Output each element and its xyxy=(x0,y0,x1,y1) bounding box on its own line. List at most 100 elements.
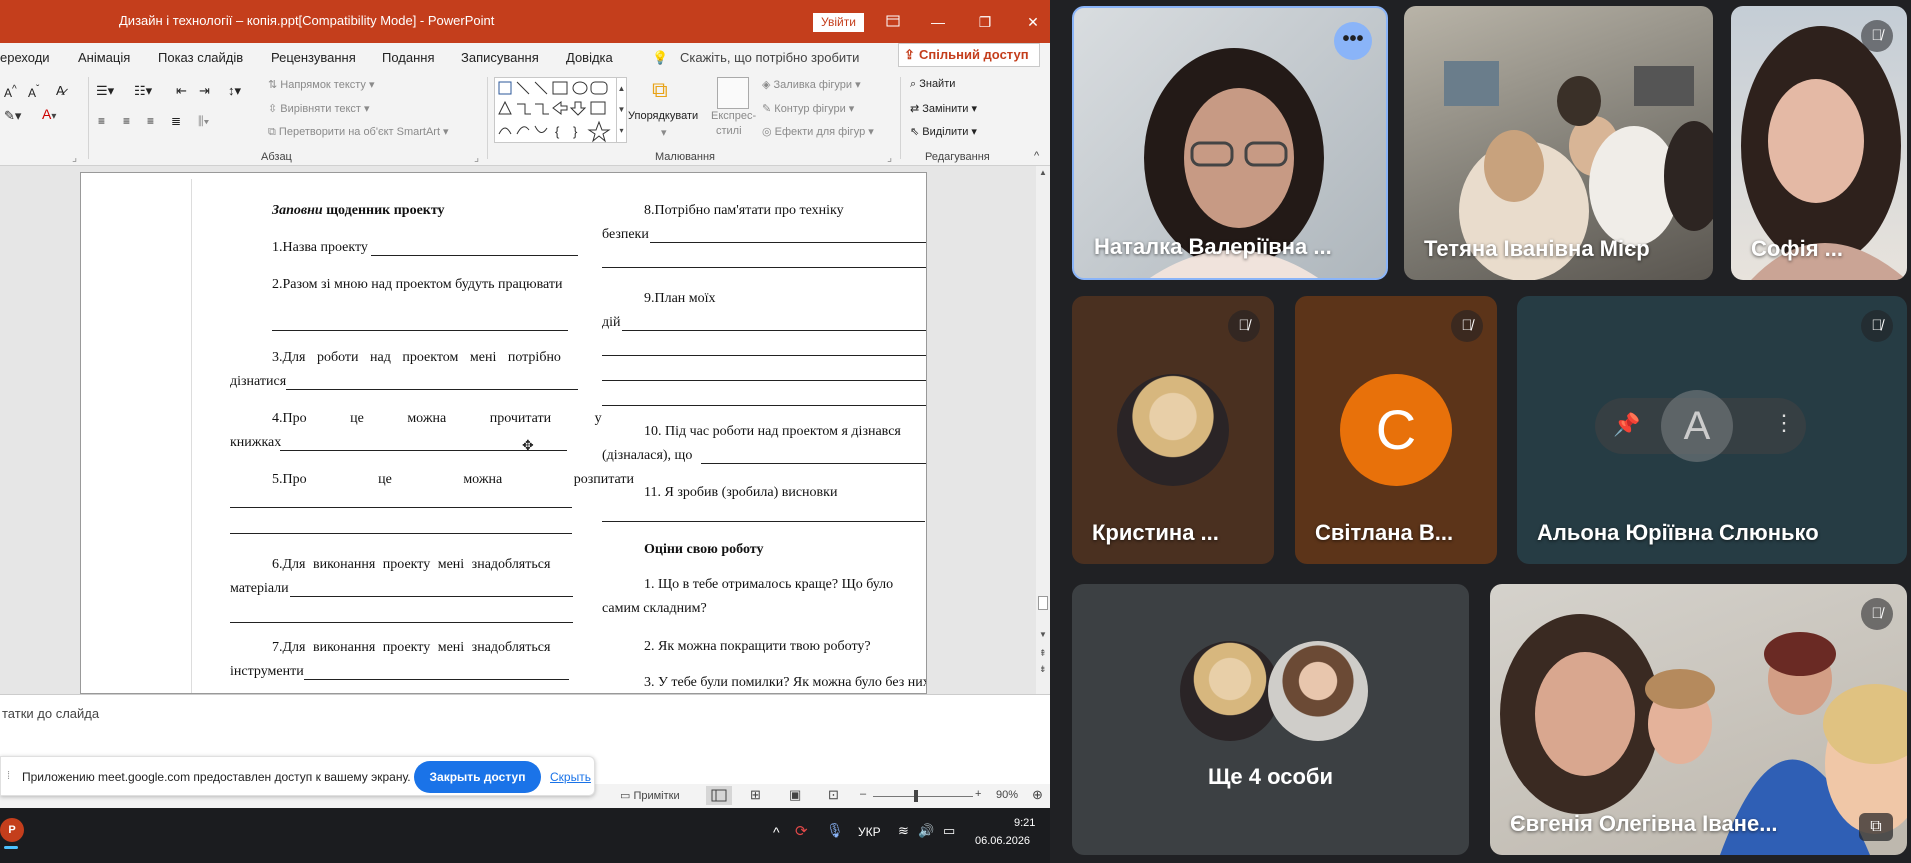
justify-icon[interactable]: ≣ xyxy=(171,114,181,128)
participant-tile[interactable]: С 🎙̸ Світлана В... xyxy=(1295,296,1497,564)
picture-in-picture-icon[interactable]: ⧉ xyxy=(1859,813,1893,841)
maximize-button[interactable]: ❐ xyxy=(974,11,996,33)
participant-tile[interactable]: ••• Наталка Валеріївна ... xyxy=(1072,6,1388,280)
indent-decrease-icon[interactable]: ⇤ xyxy=(176,83,187,99)
slide-sorter-icon[interactable]: ⊞ xyxy=(750,787,761,803)
slideshow-icon[interactable]: ⊡ xyxy=(828,787,839,803)
zoom-out-button[interactable]: – xyxy=(860,788,866,800)
bullets-icon[interactable]: ☰▾ xyxy=(96,83,114,99)
tab-transitions[interactable]: ереходи xyxy=(0,50,50,65)
pin-icon[interactable]: 📌 xyxy=(1613,412,1640,438)
normal-view-icon[interactable] xyxy=(706,786,732,805)
tab-animation[interactable]: Анімація xyxy=(78,50,130,65)
captions-icon[interactable]: A xyxy=(1661,390,1733,462)
arrange-icon[interactable]: ⧉ xyxy=(652,77,668,103)
volume-icon[interactable]: 🔊 xyxy=(918,823,934,839)
font-shrink-icon[interactable]: Aˇ xyxy=(28,84,39,100)
more-participants-tile[interactable]: Ще 4 особи xyxy=(1072,584,1469,855)
ribbon-display-icon[interactable] xyxy=(882,11,904,33)
tray-overflow-icon[interactable]: ^ xyxy=(773,824,780,840)
powerpoint-taskbar-icon[interactable]: P xyxy=(0,818,24,842)
tab-review[interactable]: Рецензування xyxy=(271,50,356,65)
scroll-thumb[interactable] xyxy=(1038,596,1048,610)
stop-sharing-button[interactable]: Закрыть доступ xyxy=(414,761,541,793)
more-participants-label: Ще 4 особи xyxy=(1207,764,1334,789)
participant-tile[interactable]: 🎙̸ Євгенія Олегівна Іване... ⧉ xyxy=(1490,584,1907,855)
zoom-in-button[interactable]: + xyxy=(975,788,981,800)
zoom-slider[interactable] xyxy=(873,796,973,797)
arrange-dropdown-icon[interactable]: ▾ xyxy=(661,126,667,139)
paragraph-dialog-launcher-icon[interactable]: ⌟ xyxy=(474,151,479,164)
tab-view[interactable]: Подання xyxy=(382,50,435,65)
highlight-icon[interactable]: ✎▾ xyxy=(4,108,21,124)
reading-view-icon[interactable]: ▣ xyxy=(789,787,801,803)
share-button[interactable]: ⇪ Спільний доступ xyxy=(898,43,1040,67)
scroll-up-icon[interactable]: ▲ xyxy=(1039,168,1047,177)
clock-time[interactable]: 9:21 xyxy=(1014,817,1035,829)
muted-mic-icon: 🎙̸ xyxy=(1861,598,1893,630)
gallery-scroll[interactable]: ▲ ▼ ▾ xyxy=(616,77,627,143)
tab-slideshow[interactable]: Показ слайдів xyxy=(158,50,243,65)
minimize-button[interactable]: — xyxy=(927,11,949,33)
sign-in-button[interactable]: Увійти xyxy=(813,13,864,32)
participant-tile[interactable]: 📌 A ⋮ 🎙̸ Альона Юріївна Слюнько xyxy=(1517,296,1907,564)
smartart-button[interactable]: ⧉ Перетворити на об'єкт SmartArt ▾ xyxy=(268,125,449,139)
shape-fill-button[interactable]: ◈ Заливка фігури ▾ xyxy=(762,78,861,91)
quick-styles-icon[interactable] xyxy=(717,77,749,109)
drawing-dialog-launcher-icon[interactable]: ⌟ xyxy=(887,151,892,164)
scroll-down-icon[interactable]: ▼ xyxy=(1039,630,1047,639)
tell-me-box[interactable]: Скажіть, що потрібно зробити xyxy=(680,50,859,65)
slide-text-line: дізнатися xyxy=(230,374,287,389)
align-center-icon[interactable]: ≡ xyxy=(123,114,130,128)
find-button[interactable]: ⌕ Знайти xyxy=(910,78,955,91)
align-text-button[interactable]: ⇳ Вирівняти текст ▾ xyxy=(268,102,370,115)
text-direction-button[interactable]: ⇅ Напрямок тексту ▾ xyxy=(268,78,375,91)
collapse-ribbon-icon[interactable]: ^ xyxy=(1034,150,1039,162)
vertical-scrollbar[interactable]: ▲ ▼ ⇞ ⇟ xyxy=(1036,166,1050,694)
select-button[interactable]: ⇖ Виділити ▾ xyxy=(910,125,977,138)
replace-button[interactable]: ⇄ Замінити ▾ xyxy=(910,102,977,115)
fit-slide-icon[interactable]: ⊕ xyxy=(1032,787,1043,803)
font-grow-icon[interactable]: A^ xyxy=(4,84,17,100)
zoom-slider-thumb[interactable] xyxy=(914,790,918,802)
drag-handle-icon[interactable]: ⁞ xyxy=(7,770,10,782)
shape-outline-button[interactable]: ✎ Контур фігури ▾ xyxy=(762,102,854,115)
numbering-icon[interactable]: ☷▾ xyxy=(134,83,152,99)
sync-icon[interactable]: ⟳ xyxy=(795,822,808,840)
next-slide-icon[interactable]: ⇟ xyxy=(1039,664,1047,675)
hide-link[interactable]: Скрыть xyxy=(550,770,591,784)
notes-pane[interactable]: татки до слайда xyxy=(0,694,1050,764)
slide-canvas[interactable]: Заповни щоденник проекту 1.Назва проекту… xyxy=(80,172,927,694)
zoom-level[interactable]: 90% xyxy=(996,789,1018,801)
close-button[interactable]: ✕ xyxy=(1022,11,1044,33)
participant-tile[interactable]: 🎙̸ Кристина ... xyxy=(1072,296,1274,564)
quick-styles-label-2[interactable]: стилі xyxy=(716,125,742,137)
language-indicator[interactable]: УКР xyxy=(858,825,881,839)
tab-help[interactable]: Довідка xyxy=(566,50,613,65)
battery-icon[interactable]: ▭ xyxy=(943,823,955,839)
align-left-icon[interactable]: ≡ xyxy=(98,114,105,128)
participant-tile[interactable]: 🎙̸ Софія ... xyxy=(1731,6,1907,280)
line-spacing-icon[interactable]: ↕▾ xyxy=(228,83,241,99)
font-color-icon[interactable]: A▾ xyxy=(42,106,56,122)
columns-icon[interactable]: ⫼▾ xyxy=(198,114,209,129)
wifi-icon[interactable]: ≋ xyxy=(898,823,909,839)
title-bar[interactable]: Дизайн і технології – копія.ppt[Compatib… xyxy=(0,0,1050,43)
participant-tile[interactable]: Тетяна Іванівна Мієр xyxy=(1404,6,1713,280)
clear-format-icon[interactable]: A̷ xyxy=(56,83,65,98)
arrange-button[interactable]: Упорядкувати xyxy=(628,110,698,122)
screen-share-notification: ⁞ Приложению meet.google.com предоставле… xyxy=(0,756,595,796)
previous-slide-icon[interactable]: ⇞ xyxy=(1039,648,1047,659)
clock-date[interactable]: 06.06.2026 xyxy=(975,835,1030,847)
quick-styles-label-1[interactable]: Експрес- xyxy=(711,110,756,122)
shapes-gallery[interactable]: { } xyxy=(494,77,617,143)
shape-effects-button[interactable]: ◎ Ефекти для фігур ▾ xyxy=(762,125,874,138)
more-options-icon[interactable]: ⋮ xyxy=(1773,410,1795,436)
more-options-icon[interactable]: ••• xyxy=(1334,22,1372,60)
microphone-icon[interactable]: 🎙 xyxy=(826,822,844,839)
tab-recording[interactable]: Записування xyxy=(461,50,539,65)
indent-increase-icon[interactable]: ⇥ xyxy=(199,83,210,99)
notes-button[interactable]: ▭ Примітки xyxy=(620,789,680,802)
font-dialog-launcher-icon[interactable]: ⌟ xyxy=(72,151,77,164)
align-right-icon[interactable]: ≡ xyxy=(147,114,154,128)
